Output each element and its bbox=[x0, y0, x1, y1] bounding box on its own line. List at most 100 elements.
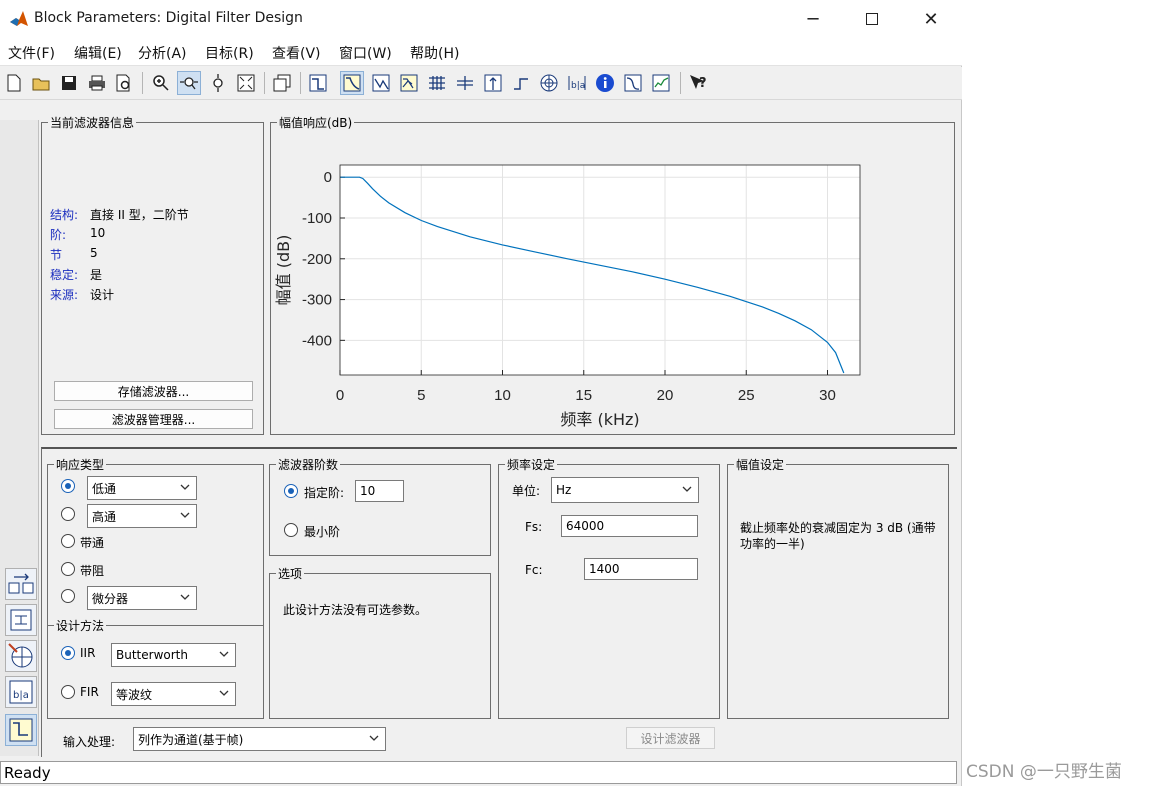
info-key: 来源: bbox=[50, 288, 79, 302]
open-icon[interactable] bbox=[29, 71, 53, 95]
phase-response-icon[interactable] bbox=[369, 71, 393, 95]
fir-radio[interactable] bbox=[61, 685, 75, 699]
sidebar-pole-zero-editor-icon[interactable] bbox=[5, 640, 37, 672]
minimize-icon: ─ bbox=[807, 8, 819, 30]
differentiator-select[interactable]: 微分器 bbox=[87, 586, 197, 610]
print-icon[interactable] bbox=[85, 71, 109, 95]
y-tick-label: -200 bbox=[302, 251, 332, 268]
sidebar-design-filter-icon[interactable] bbox=[5, 714, 37, 746]
x-tick-label: 10 bbox=[494, 387, 511, 404]
highpass-radio[interactable] bbox=[61, 507, 75, 521]
zoom-y-icon[interactable] bbox=[206, 71, 230, 95]
panel-caption: 选项 bbox=[276, 565, 305, 582]
filter-order-panel: 滤波器阶数 指定阶: 10 最小阶 bbox=[269, 456, 491, 556]
units-label: 单位: bbox=[512, 484, 541, 498]
full-view-icon[interactable] bbox=[234, 71, 258, 95]
panel-caption: 响应类型 bbox=[54, 456, 107, 473]
whats-this-icon[interactable]: ? bbox=[686, 71, 710, 95]
bandstop-radio[interactable] bbox=[61, 562, 75, 576]
sidebar-transform-icon[interactable] bbox=[5, 568, 37, 600]
status-bar: Ready bbox=[0, 761, 957, 784]
chevron-down-icon bbox=[180, 512, 190, 518]
input-processing-select[interactable]: 列作为通道(基于帧) bbox=[133, 727, 386, 751]
y-axis-label: 幅值 (dB) bbox=[274, 235, 293, 306]
close-button[interactable]: ✕ bbox=[902, 0, 960, 38]
info-key: 结构: bbox=[50, 208, 79, 222]
lowpass-select[interactable]: 低通 bbox=[87, 476, 197, 500]
fir-method-select[interactable]: 等波纹 bbox=[111, 682, 236, 706]
design-filter-button[interactable]: 设计滤波器 bbox=[626, 727, 715, 749]
watermark: CSDN @一只野生菌 bbox=[966, 762, 1122, 782]
panel-caption: 设计方法 bbox=[54, 617, 107, 634]
iir-radio[interactable] bbox=[61, 646, 75, 660]
bandpass-label: 带通 bbox=[80, 536, 105, 550]
sidebar-realize-model-icon[interactable] bbox=[5, 604, 37, 636]
group-delay-icon[interactable] bbox=[425, 71, 449, 95]
panel-caption: 频率设定 bbox=[505, 456, 558, 473]
window-title: Block Parameters: Digital Filter Design bbox=[34, 10, 303, 26]
new-window-icon[interactable] bbox=[270, 71, 294, 95]
menu-help[interactable]: 帮助(H) bbox=[410, 43, 459, 63]
phase-delay-icon[interactable] bbox=[453, 71, 477, 95]
differentiator-radio[interactable] bbox=[61, 589, 75, 603]
x-tick-label: 30 bbox=[819, 387, 836, 404]
current-filter-info-panel: 当前滤波器信息 结构: 直接 II 型，二阶节 阶: 10 节 5 稳定: 是 … bbox=[41, 114, 264, 435]
menu-targets[interactable]: 目标(R) bbox=[205, 43, 254, 63]
magnitude-response-chart[interactable]: 0 5 10 15 20 25 30 0 -100 -200 -300 -400 频率 (kHz) 幅值 … bbox=[271, 123, 954, 434]
highpass-select[interactable]: 高通 bbox=[87, 504, 197, 528]
pole-zero-icon[interactable] bbox=[537, 71, 561, 95]
fc-input[interactable]: 1400 bbox=[584, 558, 698, 580]
chevron-down-icon bbox=[219, 651, 229, 657]
fs-input[interactable]: 64000 bbox=[561, 515, 698, 537]
minimize-button[interactable]: ─ bbox=[784, 0, 842, 38]
lowpass-radio[interactable] bbox=[61, 479, 75, 493]
bandstop-label: 带阻 bbox=[80, 564, 105, 578]
panel-caption: 幅值设定 bbox=[734, 456, 787, 473]
menu-bar: 文件(F) 编辑(E) 分析(A) 目标(R) 查看(V) 窗口(W) 帮助(H… bbox=[0, 38, 962, 66]
minimum-order-radio[interactable] bbox=[284, 523, 298, 537]
filter-manager-button[interactable]: 滤波器管理器... bbox=[54, 409, 253, 429]
order-input[interactable]: 10 bbox=[355, 480, 404, 502]
units-select[interactable]: Hz bbox=[551, 477, 699, 503]
zoom-x-icon[interactable] bbox=[177, 71, 201, 95]
magnitude-response-icon[interactable] bbox=[340, 71, 364, 95]
filter-info-icon[interactable] bbox=[593, 71, 617, 95]
menu-analysis[interactable]: 分析(A) bbox=[138, 43, 187, 63]
zoom-in-icon[interactable] bbox=[149, 71, 173, 95]
specify-order-label: 指定阶: bbox=[304, 486, 345, 500]
iir-method-select[interactable]: Butterworth bbox=[111, 643, 236, 667]
close-icon: ✕ bbox=[923, 8, 939, 30]
sidebar-import-icon[interactable]: b|a bbox=[5, 676, 37, 708]
menu-file[interactable]: 文件(F) bbox=[8, 43, 55, 63]
maximize-button[interactable] bbox=[843, 0, 901, 38]
menu-edit[interactable]: 编辑(E) bbox=[74, 43, 122, 63]
select-value: 高通 bbox=[92, 509, 117, 524]
panel-caption: 滤波器阶数 bbox=[276, 456, 341, 473]
noise-power-icon[interactable] bbox=[649, 71, 673, 95]
info-value: 10 bbox=[90, 226, 106, 240]
step-response-icon[interactable] bbox=[509, 71, 533, 95]
coefficients-icon[interactable]: b|a bbox=[565, 71, 589, 95]
store-filter-button[interactable]: 存储滤波器... bbox=[54, 381, 253, 401]
mag-phase-icon[interactable] bbox=[397, 71, 421, 95]
x-axis-label: 频率 (kHz) bbox=[560, 410, 639, 429]
menu-window[interactable]: 窗口(W) bbox=[339, 43, 392, 63]
select-value: 低通 bbox=[92, 481, 117, 496]
new-icon[interactable] bbox=[2, 71, 26, 95]
filter-specs-icon[interactable] bbox=[306, 71, 330, 95]
options-panel: 选项 此设计方法没有可选参数。 bbox=[269, 565, 491, 719]
chevron-down-icon bbox=[219, 690, 229, 696]
bandpass-radio[interactable] bbox=[61, 534, 75, 548]
minimum-order-label: 最小阶 bbox=[304, 525, 341, 539]
y-tick-label: 0 bbox=[324, 169, 332, 186]
magnitude-estimate-icon[interactable] bbox=[621, 71, 645, 95]
specify-order-radio[interactable] bbox=[284, 484, 298, 498]
save-icon[interactable] bbox=[57, 71, 81, 95]
panel-caption: 当前滤波器信息 bbox=[48, 114, 137, 131]
menu-view[interactable]: 查看(V) bbox=[272, 43, 321, 63]
print-preview-icon[interactable] bbox=[112, 71, 136, 95]
x-tick-label: 20 bbox=[657, 387, 674, 404]
impulse-response-icon[interactable] bbox=[481, 71, 505, 95]
fs-label: Fs: bbox=[525, 520, 543, 534]
magnitude-spec-panel: 幅值设定 截止频率处的衰减固定为 3 dB (通带功率的一半) bbox=[727, 456, 949, 719]
